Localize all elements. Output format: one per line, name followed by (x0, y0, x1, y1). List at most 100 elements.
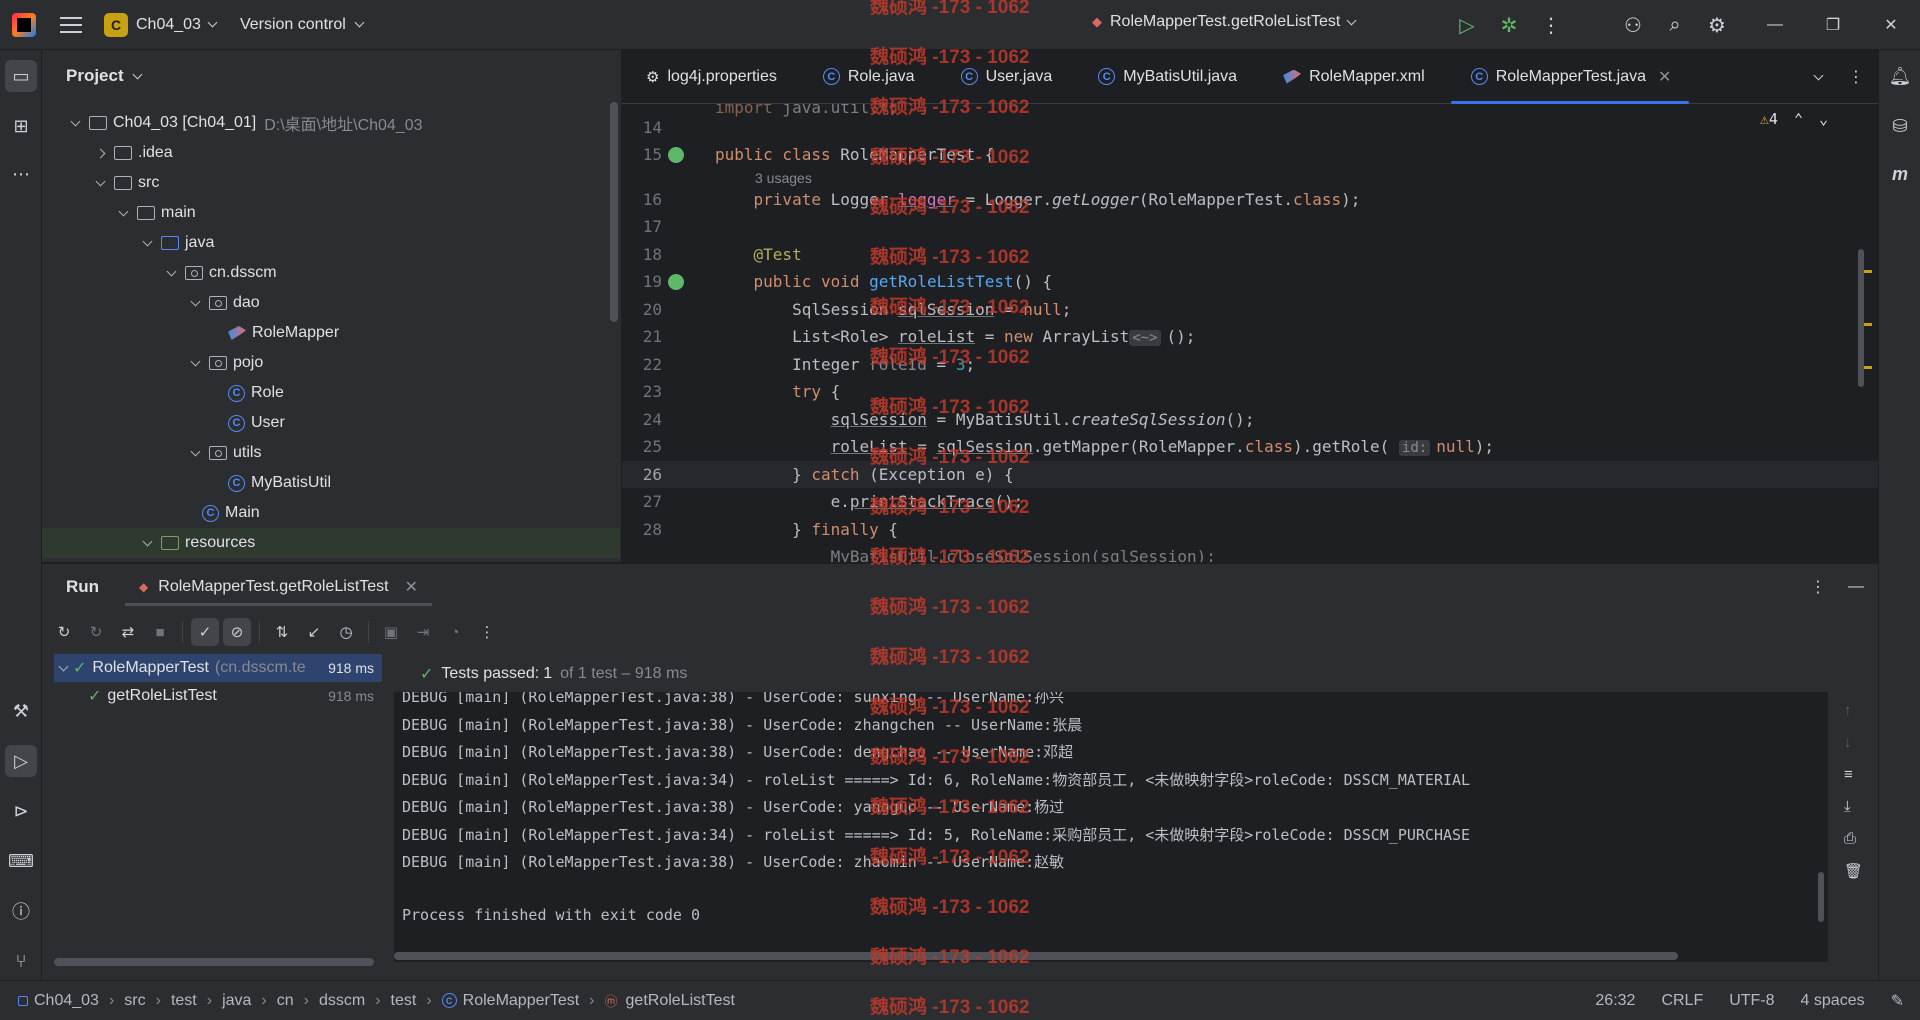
close-window-button[interactable]: ✕ (1862, 0, 1920, 50)
run-options-icon[interactable]: ⋮ (1810, 577, 1826, 597)
restore-button[interactable]: ❐ (1804, 0, 1862, 50)
rerun-icon[interactable]: ↻ (50, 618, 78, 646)
tree-item-dao[interactable]: dao (42, 288, 620, 318)
expand-arrow-icon[interactable] (70, 116, 81, 126)
more-actions-icon[interactable]: ⋮ (1530, 0, 1572, 50)
toggle-auto-test-icon[interactable]: ⇄ (114, 618, 142, 646)
test-history-icon[interactable]: ◷ (332, 618, 360, 646)
test-case-row[interactable]: ✓ getRoleListTest 918 ms (54, 682, 382, 710)
tree-item-package[interactable]: cn.dsscm (42, 258, 620, 288)
tab-rolemapper-xml[interactable]: RoleMapper.xml (1259, 50, 1447, 104)
minimize-button[interactable]: — (1746, 0, 1804, 50)
tree-item-pojo[interactable]: pojo (42, 348, 620, 378)
editor-more-icon[interactable]: ⋮ (1848, 67, 1864, 87)
version-control-menu[interactable]: Version control (240, 16, 365, 34)
tree-item-role[interactable]: C Role (42, 378, 620, 408)
tree-item-resources[interactable]: resources (42, 528, 620, 558)
scroll-down-icon[interactable]: ↓ (1844, 734, 1852, 751)
run-test-gutter-icon[interactable] (668, 273, 684, 290)
problems-tool-icon[interactable]: ⓘ (5, 895, 37, 927)
debug-icon[interactable]: ✲ (1488, 0, 1530, 50)
git-tool-icon[interactable]: ⑂ (5, 945, 37, 977)
show-passed-icon[interactable]: ✓ (191, 618, 219, 646)
tree-item-java[interactable]: java (42, 228, 620, 258)
line-separator[interactable]: CRLF (1661, 992, 1703, 1010)
build-tool-icon[interactable]: ⚒ (5, 695, 37, 727)
scroll-to-end-icon[interactable]: ⤓ (1844, 798, 1851, 815)
expand-arrow-icon[interactable] (190, 296, 201, 306)
breadcrumb-item[interactable]: getRoleListTest (626, 992, 735, 1010)
expand-arrow-icon[interactable] (95, 176, 106, 186)
sort-icon[interactable]: ⇅ (268, 618, 296, 646)
notifications-icon[interactable]: 🔔︎ (1884, 60, 1916, 92)
breadcrumb-item[interactable]: src (124, 992, 145, 1010)
project-scrollbar[interactable] (610, 102, 618, 322)
rerun-failed-icon[interactable]: ↻ (82, 618, 110, 646)
coverage-icon[interactable]: ◔ (441, 618, 469, 646)
tab-rolemappertest-java[interactable]: C RoleMapperTest.java ✕ (1447, 50, 1694, 104)
add-user-icon[interactable]: ⚇ (1612, 0, 1654, 50)
run-tool-icon[interactable]: ▷ (5, 745, 37, 777)
breadcrumb-item[interactable]: test (171, 992, 197, 1010)
expand-arrow-icon[interactable] (118, 206, 129, 216)
test-tree-hscrollbar[interactable] (54, 958, 374, 966)
services-tool-icon[interactable]: ⊳ (5, 795, 37, 827)
database-icon[interactable]: ⛁ (1884, 110, 1916, 142)
breadcrumb-item[interactable]: RoleMapperTest (463, 992, 580, 1010)
export-icon[interactable]: ⇥ (409, 618, 437, 646)
expand-arrow-icon[interactable] (142, 536, 153, 546)
file-encoding[interactable]: UTF-8 (1729, 992, 1774, 1010)
tab-list-chevron-icon[interactable] (1813, 70, 1824, 80)
search-icon[interactable]: ⌕ (1654, 0, 1696, 50)
run-tab[interactable]: ◆ RoleMapperTest.getRoleListTest ✕ (125, 564, 433, 610)
tree-item-main[interactable]: main (42, 198, 620, 228)
tree-item-main-class[interactable]: C Main (42, 498, 620, 528)
terminal-tool-icon[interactable]: ⌨ (5, 845, 37, 877)
console-output[interactable]: DEBUG [main] (RoleMapperTest.java:38) - … (394, 692, 1828, 962)
tab-mybatisutil-java[interactable]: C MyBatisUtil.java (1074, 50, 1259, 104)
close-tab-icon[interactable]: ✕ (1658, 67, 1671, 87)
tree-item-rolemapper[interactable]: RoleMapper (42, 318, 620, 348)
tab-log4j-properties[interactable]: ⚙ log4j.properties (622, 50, 799, 104)
soft-wrap-icon[interactable]: ≡ (1844, 766, 1853, 783)
tree-item-src[interactable]: src (42, 168, 620, 198)
project-tool-icon[interactable]: ▭ (5, 60, 37, 92)
expand-arrow-icon[interactable] (166, 266, 177, 276)
breadcrumb-item[interactable]: test (391, 992, 417, 1010)
settings-icon[interactable]: ⚙ (1696, 0, 1738, 50)
close-tab-icon[interactable]: ✕ (405, 577, 418, 597)
caret-position[interactable]: 26:32 (1595, 992, 1635, 1010)
run-test-gutter-icon[interactable] (668, 146, 684, 163)
breadcrumb-item[interactable]: dsscm (319, 992, 365, 1010)
toolbar-more-icon[interactable]: ⋮ (473, 618, 501, 646)
indent-setting[interactable]: 4 spaces (1801, 992, 1865, 1010)
tree-item-user[interactable]: C User (42, 408, 620, 438)
hide-panel-icon[interactable]: — (1848, 578, 1864, 596)
import-tests-icon[interactable]: ↙ (300, 618, 328, 646)
tab-user-java[interactable]: C User.java (937, 50, 1075, 104)
console-scrollbar[interactable] (1818, 872, 1824, 922)
project-selector[interactable]: C Ch04_03 (104, 12, 218, 37)
tree-item-idea[interactable]: .idea (42, 138, 620, 168)
tab-role-java[interactable]: C Role.java (799, 50, 937, 104)
expand-arrow-icon[interactable] (58, 661, 69, 671)
tree-item-mybatisutil[interactable]: C MyBatisUtil (42, 468, 620, 498)
breadcrumb-item[interactable]: cn (277, 992, 294, 1010)
stop-icon[interactable]: ■ (146, 618, 174, 646)
show-ignored-icon[interactable]: ⊘ (223, 618, 251, 646)
run-icon[interactable]: ▷ (1446, 0, 1488, 50)
tree-item-root[interactable]: Ch04_03 [Ch04_01] D:\桌面\地址\Ch04_03 (42, 108, 620, 138)
more-tools-icon[interactable]: ⋯ (5, 158, 37, 190)
project-panel-title[interactable]: Project (66, 66, 143, 86)
editor-scrollbar[interactable] (1858, 249, 1864, 387)
scroll-up-icon[interactable]: ↑ (1844, 702, 1852, 719)
tree-item-utils[interactable]: utils (42, 438, 620, 468)
clear-console-icon[interactable]: 🗑︎ (1844, 862, 1863, 880)
collapse-arrow-icon[interactable] (95, 148, 106, 158)
expand-arrow-icon[interactable] (142, 236, 153, 246)
main-menu-icon[interactable] (60, 16, 82, 33)
run-configuration-selector[interactable]: ◆ RoleMapperTest.getRoleListTest (1092, 13, 1357, 31)
breadcrumb-item[interactable]: Ch04_03 (34, 992, 99, 1010)
screenshot-icon[interactable]: ▣ (377, 618, 405, 646)
test-suite-row[interactable]: ✓ RoleMapperTest (cn.dsscm.te 918 ms (54, 654, 382, 682)
